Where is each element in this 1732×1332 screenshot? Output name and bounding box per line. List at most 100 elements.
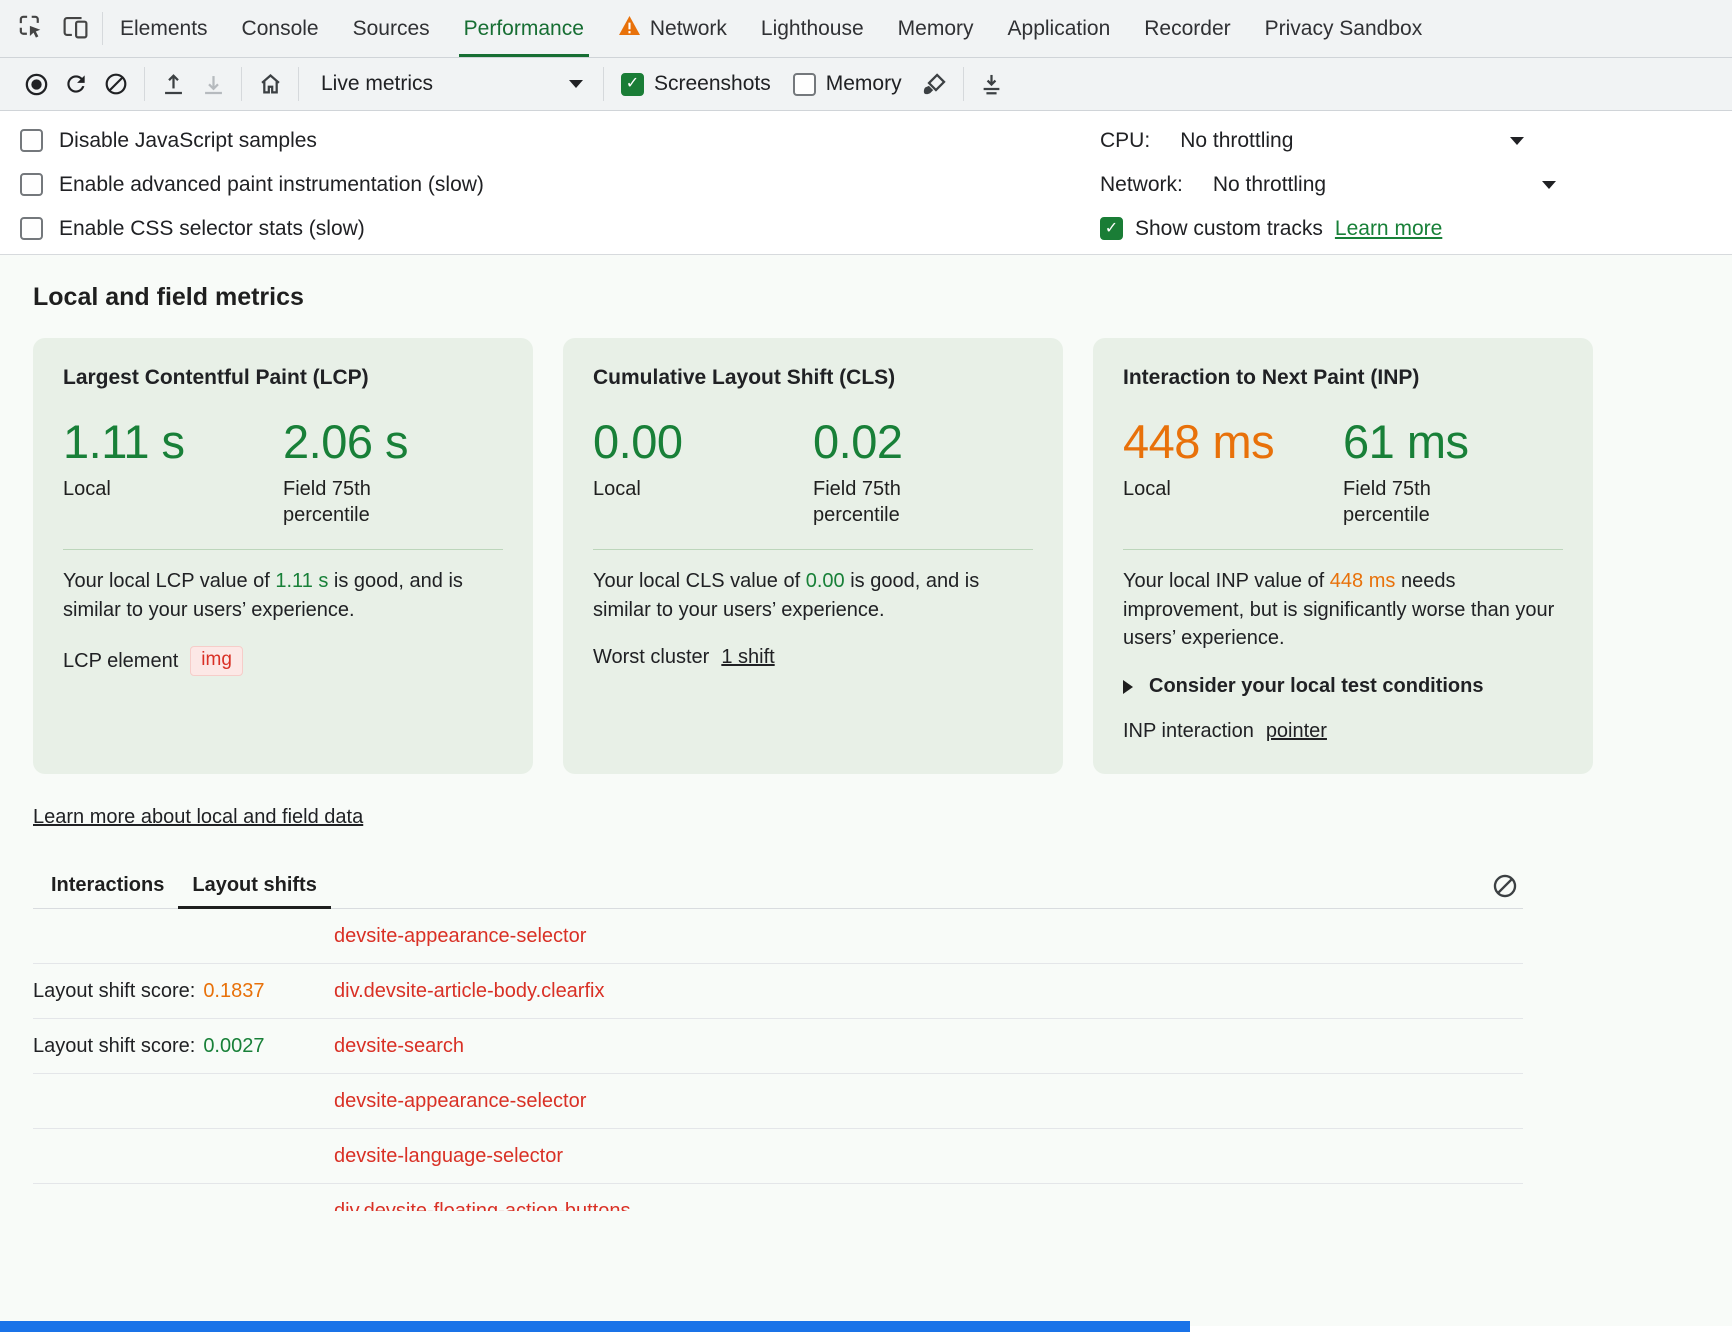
local-value-label: Local: [1123, 476, 1251, 502]
setting-label: Disable JavaScript samples: [59, 129, 317, 153]
tab-label: Network: [650, 17, 727, 41]
card-footer: Worst cluster 1 shift: [593, 646, 1033, 669]
expander-label: Consider your local test conditions: [1149, 675, 1484, 698]
description-value: 0.00: [806, 570, 845, 592]
tab-privacy-sandbox[interactable]: Privacy Sandbox: [1248, 0, 1440, 57]
tab-lighthouse[interactable]: Lighthouse: [744, 0, 881, 57]
advanced-paint-checkbox[interactable]: [20, 173, 43, 196]
worst-cluster-link[interactable]: 1 shift: [721, 646, 774, 669]
tab-label: Console: [242, 17, 319, 41]
inp-interaction-link[interactable]: pointer: [1266, 720, 1327, 743]
performance-toolbar: Live metrics Screenshots Memory: [0, 58, 1732, 111]
node-link[interactable]: devsite-appearance-selector: [334, 1090, 586, 1113]
memory-checkbox[interactable]: [793, 73, 816, 96]
chevron-down-icon: [569, 80, 583, 88]
local-value: 448 ms: [1123, 414, 1343, 469]
score-label: Layout shift score:: [33, 980, 195, 1003]
score-value: 0.1837: [203, 980, 264, 1003]
devtools-tab-bar: Elements Console Sources Performance Net…: [0, 0, 1732, 58]
home-button[interactable]: [250, 65, 290, 103]
device-toolbar-icon[interactable]: [61, 12, 90, 46]
separator: [144, 67, 145, 101]
screenshots-checkbox[interactable]: [621, 73, 644, 96]
setting-row: Enable advanced paint instrumentation (s…: [20, 169, 484, 200]
local-test-conditions-expander[interactable]: Consider your local test conditions: [1123, 675, 1563, 698]
lcp-card: Largest Contentful Paint (LCP) 1.11 s Lo…: [33, 338, 533, 774]
tab-interactions[interactable]: Interactions: [37, 863, 178, 908]
tab-performance[interactable]: Performance: [447, 0, 601, 57]
card-values: 1.11 s Local 2.06 s Field 75th percentil…: [63, 414, 503, 529]
clear-button[interactable]: [96, 65, 136, 103]
load-profile-button[interactable]: [153, 65, 193, 103]
tab-memory[interactable]: Memory: [881, 0, 991, 57]
network-value: No throttling: [1213, 173, 1326, 197]
divider: [1123, 549, 1563, 550]
local-value-label: Local: [63, 476, 191, 502]
card-title: Largest Contentful Paint (LCP): [63, 366, 503, 390]
tab-layout-shifts[interactable]: Layout shifts: [178, 863, 330, 908]
tab-recorder[interactable]: Recorder: [1127, 0, 1247, 57]
mode-select-value: Live metrics: [321, 72, 433, 96]
card-values: 448 ms Local 61 ms Field 75th percentile: [1123, 414, 1563, 529]
score-value: 0.0027: [203, 1035, 264, 1058]
cpu-throttling-select[interactable]: CPU: No throttling: [1100, 125, 1524, 156]
panel-tabs: Elements Console Sources Performance Net…: [103, 0, 1732, 57]
learn-more-link[interactable]: Learn more: [1335, 217, 1442, 241]
local-value-label: Local: [593, 476, 721, 502]
css-selector-stats-checkbox[interactable]: [20, 217, 43, 240]
layout-shift-row: div.devsite-floating-action-buttons: [33, 1184, 1523, 1211]
separator: [603, 67, 604, 101]
local-value: 1.11 s: [63, 414, 283, 469]
capture-settings-left: Disable JavaScript samples Enable advanc…: [20, 125, 484, 244]
description-text: Your local CLS value of: [593, 570, 806, 592]
node-link[interactable]: devsite-search: [334, 1035, 464, 1058]
warning-icon: [618, 15, 641, 42]
worst-cluster-label: Worst cluster: [593, 646, 709, 669]
reload-and-record-button[interactable]: [56, 65, 96, 103]
card-description: Your local CLS value of 0.00 is good, an…: [593, 567, 1033, 625]
cleanup-icon[interactable]: [915, 65, 955, 103]
divider: [593, 549, 1033, 550]
tab-sources[interactable]: Sources: [336, 0, 447, 57]
network-throttling-select[interactable]: Network: No throttling: [1100, 169, 1556, 200]
save-profile-button[interactable]: [193, 65, 233, 103]
setting-label: Enable advanced paint instrumentation (s…: [59, 173, 484, 197]
screenshots-option: Screenshots: [612, 72, 784, 96]
collect-garbage-button[interactable]: [972, 65, 1012, 103]
tab-label: Performance: [464, 17, 584, 41]
description-value: 1.11 s: [275, 570, 328, 592]
node-link[interactable]: devsite-language-selector: [334, 1145, 563, 1168]
panel-mode-select[interactable]: Live metrics: [307, 65, 595, 103]
live-metrics-view: Local and field metrics Largest Contentf…: [0, 255, 1732, 1326]
card-description: Your local LCP value of 1.11 s is good, …: [63, 567, 503, 625]
tab-label: Memory: [898, 17, 974, 41]
field-value: 0.02: [813, 414, 1033, 469]
node-link[interactable]: div.devsite-floating-action-buttons: [334, 1200, 630, 1212]
card-description: Your local INP value of 448 ms needs imp…: [1123, 567, 1563, 653]
layout-shift-row: devsite-appearance-selector: [33, 909, 1523, 964]
custom-tracks-checkbox[interactable]: [1100, 217, 1123, 240]
lcp-element-label: LCP element: [63, 650, 178, 673]
learn-more-local-field-link[interactable]: Learn more about local and field data: [33, 806, 363, 829]
record-button[interactable]: [16, 65, 56, 103]
tab-console[interactable]: Console: [225, 0, 336, 57]
score-cell: Layout shift score: 0.0027: [33, 1035, 334, 1058]
log-tab-bar: Interactions Layout shifts: [33, 863, 1523, 909]
disable-js-samples-checkbox[interactable]: [20, 129, 43, 152]
clear-log-icon[interactable]: [1487, 868, 1523, 904]
score-cell: Layout shift score: 0.1837: [33, 980, 334, 1003]
field-value-label: Field 75th percentile: [1343, 476, 1471, 529]
node-link[interactable]: devsite-appearance-selector: [334, 925, 586, 948]
tab-label: Elements: [120, 17, 208, 41]
custom-tracks-label: Show custom tracks: [1135, 217, 1323, 241]
node-link[interactable]: div.devsite-article-body.clearfix: [334, 980, 604, 1003]
memory-option: Memory: [784, 72, 915, 96]
layout-shift-row: devsite-appearance-selector: [33, 1074, 1523, 1129]
inspect-icon[interactable]: [16, 12, 45, 46]
tab-network[interactable]: Network: [601, 0, 744, 57]
tab-elements[interactable]: Elements: [103, 0, 225, 57]
card-title: Interaction to Next Paint (INP): [1123, 366, 1563, 390]
lcp-element-node-chip[interactable]: img: [190, 646, 243, 676]
tab-application[interactable]: Application: [991, 0, 1128, 57]
layout-shift-rows: devsite-appearance-selector Layout shift…: [33, 909, 1523, 1211]
